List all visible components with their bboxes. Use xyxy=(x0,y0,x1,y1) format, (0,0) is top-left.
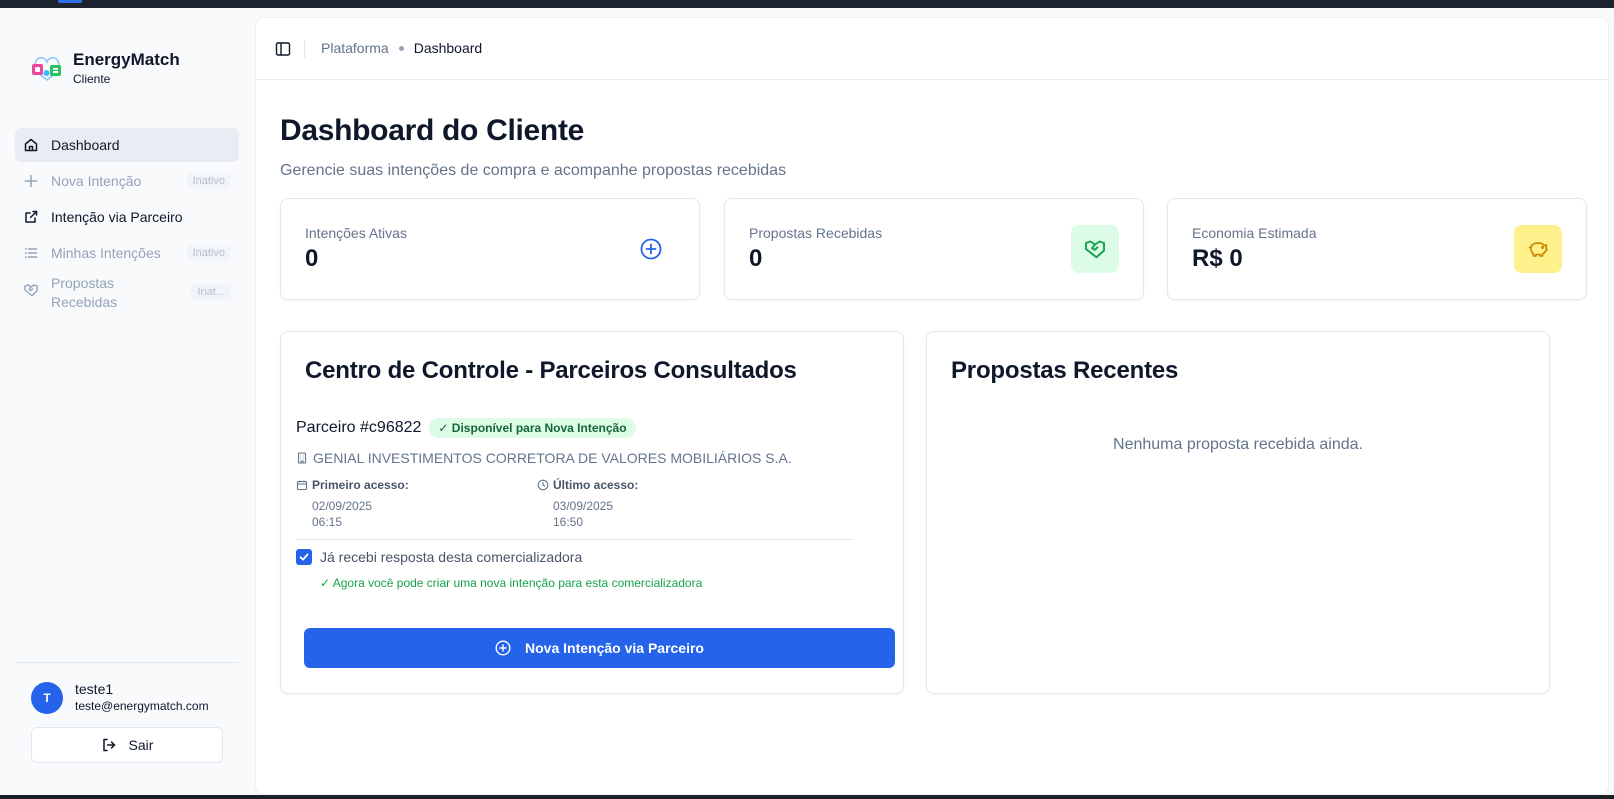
breadcrumb-parent[interactable]: Plataforma xyxy=(321,40,389,56)
partner-header: Parceiro #c96822 ✓ Disponível para Nova … xyxy=(296,418,636,438)
logout-button[interactable]: Sair xyxy=(31,727,223,763)
home-icon xyxy=(23,137,39,153)
brand-title: EnergyMatch xyxy=(73,50,180,69)
last-access-date: 03/09/2025 xyxy=(553,499,614,513)
first-access-label-text: Primeiro acesso: xyxy=(312,478,409,492)
first-access-label: Primeiro acesso: xyxy=(296,478,409,492)
piggy-bank-icon xyxy=(1514,225,1562,273)
sidebar-nav: Dashboard Nova Intenção Inativo Intenção… xyxy=(15,128,239,314)
logout-icon xyxy=(101,737,117,753)
stat-value: 0 xyxy=(305,245,319,272)
empty-state-message: Nenhuma proposta recebida ainda. xyxy=(1113,436,1363,453)
user-profile[interactable]: T teste1 teste@energymatch.com xyxy=(31,681,209,715)
header-separator xyxy=(304,40,305,58)
stat-card-economia-estimada: Economia Estimada R$ 0 xyxy=(1167,198,1587,300)
sidebar-toggle-icon xyxy=(275,42,291,56)
partner-divider xyxy=(296,539,853,540)
new-intention-via-partner-button[interactable]: Nova Intenção via Parceiro xyxy=(304,628,895,668)
sidebar-item-label: Dashboard xyxy=(51,137,120,153)
sidebar-toggle-button[interactable] xyxy=(274,40,292,58)
partner-name: Parceiro #c96822 xyxy=(296,419,422,436)
stat-value: R$ 0 xyxy=(1192,245,1243,272)
plus-circle-icon xyxy=(495,640,511,656)
recent-proposals-card: Propostas Recentes Nenhuma proposta rece… xyxy=(926,331,1550,694)
sidebar-item-label: Intenção via Parceiro xyxy=(51,209,183,225)
energymatch-logo-icon xyxy=(30,52,64,86)
browser-bottom-edge xyxy=(0,795,1614,799)
stat-label: Intenções Ativas xyxy=(305,225,407,241)
control-center-title: Centro de Controle - Parceiros Consultad… xyxy=(305,357,797,384)
brand-subtitle: Cliente xyxy=(73,72,111,86)
page-header: Plataforma Dashboard xyxy=(256,18,1608,80)
response-received-checkbox[interactable] xyxy=(296,549,312,565)
list-icon xyxy=(23,245,39,261)
recent-proposals-title: Propostas Recentes xyxy=(951,357,1179,384)
last-access-time: 16:50 xyxy=(553,515,584,529)
last-access-label: Último acesso: xyxy=(537,478,638,492)
user-email: teste@energymatch.com xyxy=(75,699,209,713)
stat-value: 0 xyxy=(749,245,763,272)
breadcrumb: Plataforma Dashboard xyxy=(321,40,482,56)
app-shell: EnergyMatch Cliente Dashboard Nova Inten… xyxy=(0,8,1614,795)
calendar-icon xyxy=(296,479,308,491)
sidebar-item-label: Propostas Recebidas xyxy=(51,275,118,310)
sidebar-divider xyxy=(15,662,239,663)
page-title: Dashboard do Cliente xyxy=(280,114,585,147)
plus-circle-icon xyxy=(627,225,675,273)
last-access-label-text: Último acesso: xyxy=(553,478,639,492)
page-subtitle: Gerencie suas intenções de compra e acom… xyxy=(280,162,787,179)
browser-top-bar xyxy=(0,0,1614,8)
brand[interactable]: EnergyMatch Cliente xyxy=(30,50,180,87)
first-access-time: 06:15 xyxy=(312,515,343,529)
handshake-icon xyxy=(23,282,39,298)
handshake-icon xyxy=(1071,225,1119,273)
inactive-badge: Inativo xyxy=(186,173,231,189)
success-note: ✓ Agora você pode criar uma nova intençã… xyxy=(320,576,703,590)
partner-company: GENIAL INVESTIMENTOS CORRETORA DE VALORE… xyxy=(296,450,792,466)
external-link-icon xyxy=(23,209,39,225)
breadcrumb-current: Dashboard xyxy=(413,40,483,56)
stat-card-propostas-recebidas: Propostas Recebidas 0 xyxy=(724,198,1144,300)
sidebar-item-propostas-recebidas[interactable]: Propostas Recebidas Inat... xyxy=(15,272,239,312)
clock-icon xyxy=(537,479,549,491)
inactive-badge: Inat... xyxy=(191,284,231,300)
logout-label: Sair xyxy=(128,737,154,753)
browser-tab-indicator xyxy=(58,0,82,3)
main-content: Plataforma Dashboard Dashboard do Client… xyxy=(255,17,1609,795)
sidebar-item-intencao-via-parceiro[interactable]: Intenção via Parceiro xyxy=(15,200,239,234)
checkbox-label: Já recebi resposta desta comercializador… xyxy=(320,549,583,565)
avatar: T xyxy=(31,682,63,714)
response-received-row[interactable]: Já recebi resposta desta comercializador… xyxy=(296,549,582,565)
sidebar-item-minhas-intencoes[interactable]: Minhas Intenções Inativo xyxy=(15,236,239,270)
breadcrumb-separator-icon xyxy=(398,45,404,51)
company-name: GENIAL INVESTIMENTOS CORRETORA DE VALORE… xyxy=(313,450,792,466)
plus-icon xyxy=(23,173,39,189)
sidebar-item-label: Minhas Intenções xyxy=(51,245,161,261)
cta-label: Nova Intenção via Parceiro xyxy=(525,640,704,656)
stat-label: Economia Estimada xyxy=(1192,225,1317,241)
sidebar-item-dashboard[interactable]: Dashboard xyxy=(15,128,239,162)
stat-card-intencoes-ativas: Intenções Ativas 0 xyxy=(280,198,700,300)
check-icon xyxy=(299,553,309,561)
building-icon xyxy=(296,452,308,464)
sidebar-item-nova-intencao[interactable]: Nova Intenção Inativo xyxy=(15,164,239,198)
stat-label: Propostas Recebidas xyxy=(749,225,883,241)
user-name: teste1 xyxy=(75,681,114,697)
sidebar: EnergyMatch Cliente Dashboard Nova Inten… xyxy=(0,8,255,795)
sidebar-item-label: Nova Intenção xyxy=(51,173,142,189)
status-badge: ✓ Disponível para Nova Intenção xyxy=(429,418,636,438)
inactive-badge: Inativo xyxy=(186,245,231,261)
first-access-date: 02/09/2025 xyxy=(312,499,373,513)
